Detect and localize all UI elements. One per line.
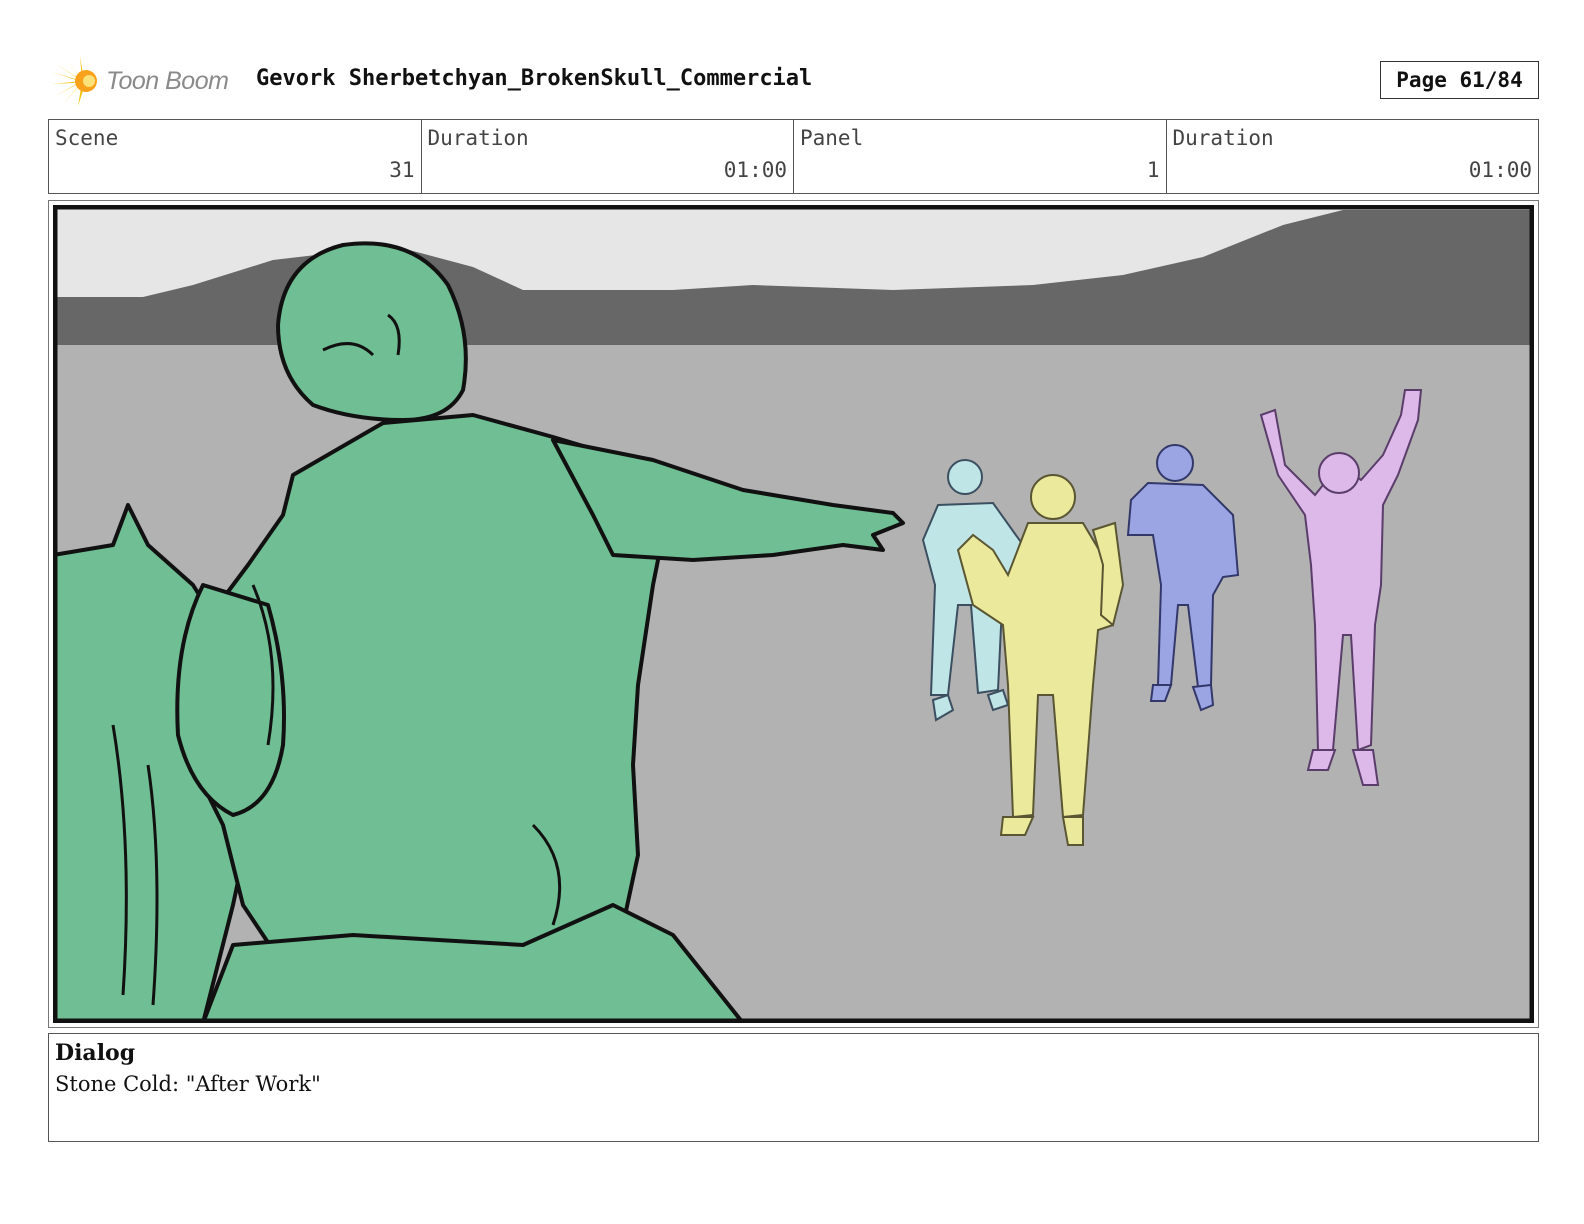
panel-duration-cell: Duration 01:00 (1167, 120, 1539, 193)
logo-text: Toon Boom (106, 66, 229, 95)
scene-duration-label: Duration (427, 126, 529, 150)
scene-value: 31 (389, 158, 415, 182)
dialog-box: Dialog Stone Cold: "After Work" (48, 1033, 1539, 1142)
page-indicator: Page 61/84 (1380, 61, 1539, 99)
toon-boom-starburst-icon (52, 56, 97, 106)
scene-duration-cell: Duration 01:00 (422, 120, 794, 193)
panel-duration-value: 01:00 (1468, 158, 1532, 182)
dialog-title: Dialog (55, 1040, 136, 1066)
toon-boom-logo: Toon Boom (52, 56, 238, 106)
scene-cell: Scene 31 (49, 120, 422, 193)
scene-label: Scene (55, 126, 119, 150)
scene-duration-value: 01:00 (723, 158, 787, 182)
panel-value: 1 (1146, 158, 1160, 182)
scene-info-row: Scene 31 Duration 01:00 Panel 1 Duration… (48, 119, 1539, 194)
storyboard-panel-image (53, 205, 1534, 1023)
dialog-text: Stone Cold: "After Work" (55, 1072, 321, 1096)
document-title: Gevork Sherbetchyan_BrokenSkull_Commerci… (256, 66, 813, 91)
panel-label: Panel (800, 126, 864, 150)
panel-duration-label: Duration (1172, 126, 1274, 150)
panel-cell: Panel 1 (794, 120, 1167, 193)
